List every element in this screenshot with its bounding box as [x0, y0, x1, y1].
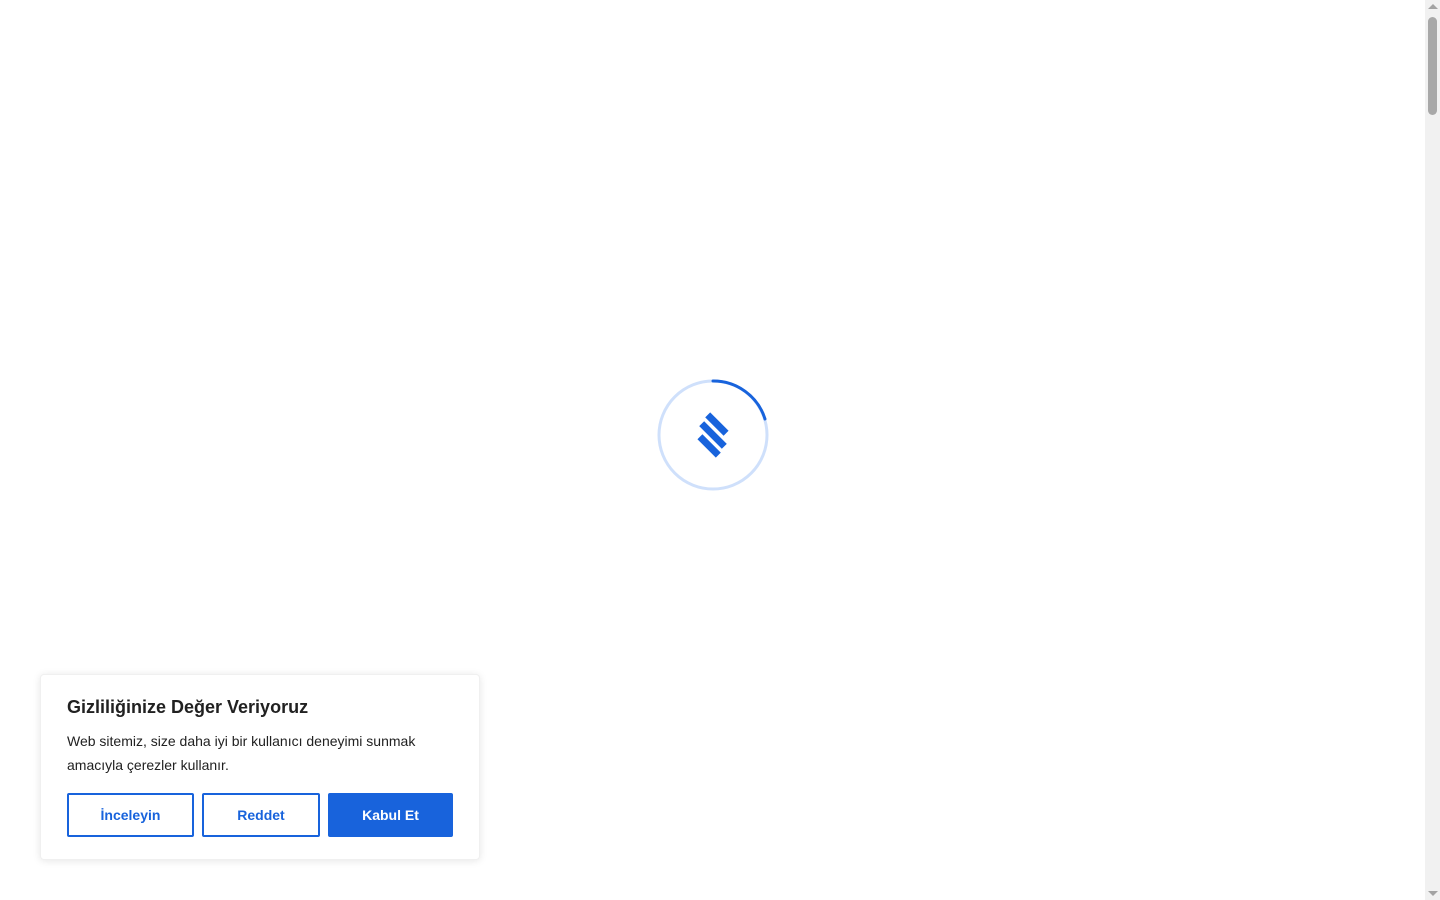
review-cookies-button[interactable]: İnceleyin: [67, 793, 194, 837]
accept-cookies-button[interactable]: Kabul Et: [328, 793, 453, 837]
loading-spinner: [657, 379, 769, 491]
scroll-down-arrow-icon[interactable]: [1428, 891, 1438, 896]
page: Gizliliğinize Değer Veriyoruz Web sitemi…: [0, 0, 1440, 900]
loading-spinner-graphic: [657, 379, 769, 491]
scroll-up-arrow-icon[interactable]: [1428, 4, 1438, 9]
scrollbar-thumb[interactable]: [1428, 17, 1437, 115]
cookie-banner-text: Web sitemiz, size daha iyi bir kullanıcı…: [67, 733, 416, 773]
cookie-consent-banner: Gizliliğinize Değer Veriyoruz Web sitemi…: [40, 674, 480, 860]
reject-cookies-button[interactable]: Reddet: [202, 793, 320, 837]
brand-logo-icon: [697, 412, 729, 458]
vertical-scrollbar[interactable]: [1425, 0, 1440, 900]
cookie-banner-actions: İnceleyin Reddet Kabul Et: [67, 793, 453, 837]
cookie-banner-title: Gizliliğinize Değer Veriyoruz: [67, 697, 309, 717]
